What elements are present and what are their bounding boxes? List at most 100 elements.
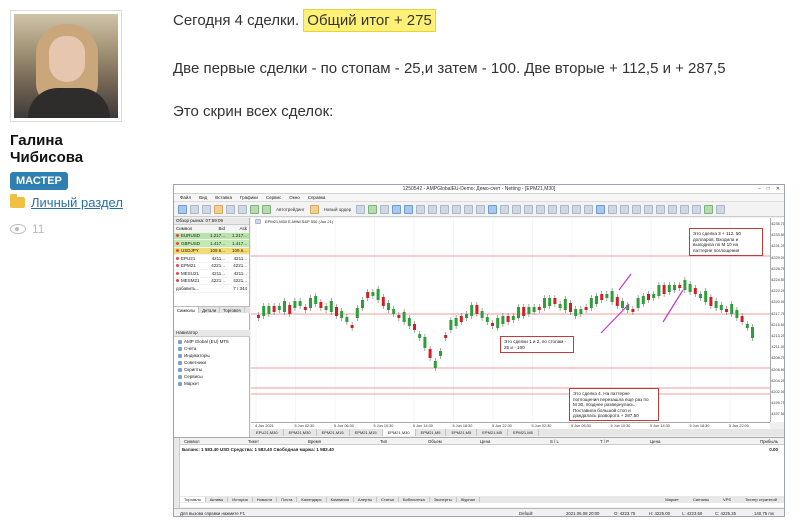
timeframe-m15-icon[interactable] — [620, 204, 630, 214]
toolbox-tab[interactable]: Торговля — [180, 497, 206, 502]
maximize-icon[interactable]: □ — [767, 186, 770, 192]
cursor-icon[interactable] — [488, 204, 498, 214]
toolbox-tab[interactable]: Календарь — [297, 497, 327, 502]
chart-tab[interactable]: EPM21,M30 — [382, 429, 416, 436]
user-icon[interactable] — [716, 204, 726, 214]
nav-indicators[interactable]: Индикаторы — [174, 352, 250, 359]
toolbox-right-tab[interactable]: Тестер стратегий — [741, 497, 781, 502]
price-scale[interactable]: 4235.75 4233.50 4231.25 4229.00 4226.75 4224.… — [770, 218, 784, 422]
timeframe-m30-icon[interactable] — [632, 204, 642, 214]
market-watch-row[interactable]: MESM21 4221... 4221... — [174, 278, 249, 285]
timeframe-m5-icon[interactable] — [608, 204, 618, 214]
chart-tab[interactable]: EPM21,M15 — [350, 429, 383, 436]
toolbox-column-header[interactable]: Цена — [480, 439, 490, 444]
chart-tab[interactable]: EPM21,M5 — [477, 429, 509, 436]
nav-broker[interactable]: AMP Global (EU) MT5 — [174, 338, 250, 345]
toolbox-column-header[interactable]: Цена — [650, 439, 660, 444]
menu-tools[interactable]: Сервис — [266, 195, 281, 200]
toolbox-icon[interactable] — [238, 204, 247, 214]
trendline-icon[interactable] — [536, 204, 546, 214]
col-symbol[interactable]: Символ — [174, 226, 204, 231]
menu-help[interactable]: Справка — [308, 195, 326, 200]
market-watch-row[interactable]: EPU21 4211... 4211... — [174, 255, 249, 263]
nav-services[interactable]: Сервисы — [174, 373, 250, 380]
timeframe-h4-icon[interactable] — [656, 204, 666, 214]
fibo-icon[interactable] — [560, 204, 570, 214]
toolbox-column-header[interactable]: Тикет — [248, 439, 259, 444]
col-ask[interactable]: Ask — [226, 226, 248, 231]
tab-symbols[interactable]: Символы — [174, 307, 200, 313]
toolbox-column-header[interactable]: Прибыль — [760, 439, 778, 444]
channel-icon[interactable] — [548, 204, 558, 214]
toolbox-tab[interactable]: Новости — [253, 497, 278, 502]
zoom-out-icon[interactable] — [404, 204, 414, 214]
timeframe-d1-icon[interactable] — [668, 204, 678, 214]
new-chart-icon[interactable] — [178, 204, 187, 214]
chart-buy-sell-icon[interactable] — [255, 219, 261, 224]
shapes-icon[interactable] — [584, 204, 594, 214]
menu-file[interactable]: Файл — [180, 195, 191, 200]
col-bid[interactable]: Bid — [204, 226, 226, 231]
avatar[interactable] — [14, 14, 118, 118]
toolbox-column-header[interactable]: Тип — [380, 439, 387, 444]
toolbox-right-tab[interactable]: VPS — [719, 497, 735, 502]
new-order-icon[interactable] — [309, 204, 319, 214]
toolbox-tab[interactable]: Алерты — [354, 497, 377, 502]
toolbox-right-tab[interactable]: Маркет — [661, 497, 683, 502]
chart-tab[interactable]: EPM21,M15 — [317, 429, 350, 436]
market-watch-row[interactable]: USDJPY 109.6... 109.6... — [174, 247, 249, 255]
status-profile[interactable]: Default — [519, 511, 533, 516]
indicators-icon[interactable] — [452, 204, 462, 214]
toolbox-tab[interactable]: Библиотека — [399, 497, 430, 502]
market-watch-row[interactable]: добавить... 7 / 344 — [174, 285, 249, 293]
market-watch-row[interactable]: MESU21 4211... 4211... — [174, 270, 249, 278]
autotrading-button[interactable]: Автотрейдинг — [274, 207, 307, 212]
zoom-in-icon[interactable] — [392, 204, 402, 214]
timeframe-m1-icon[interactable] — [596, 204, 606, 214]
close-icon[interactable]: ✕ — [776, 186, 780, 192]
vertical-line-icon[interactable] — [512, 204, 522, 214]
nav-scripts[interactable]: Скрипты — [174, 366, 250, 373]
wallet-icon[interactable] — [704, 204, 714, 214]
chart-tab[interactable]: EPM21,M5 — [416, 429, 447, 436]
tab-trading[interactable]: Торговля — [220, 307, 245, 313]
toolbox-column-header[interactable]: Объем — [428, 439, 442, 444]
toolbox-column-header[interactable]: T / P — [600, 439, 609, 444]
market-watch-row[interactable]: GBPUSD 1.417... 1.417... — [174, 240, 249, 248]
toolbox-column-header[interactable]: Время — [308, 439, 321, 444]
toolbox-column-header[interactable]: S / L — [550, 439, 559, 444]
chart-tab[interactable]: EPM21,M30 — [284, 429, 317, 436]
navigator-icon[interactable] — [226, 204, 235, 214]
chart-tab[interactable]: EPM21,M5 — [446, 429, 478, 436]
strategy-tester-icon[interactable] — [250, 204, 259, 214]
toolbox-tab[interactable]: Журнал — [457, 497, 481, 502]
minimize-icon[interactable]: – — [758, 186, 761, 192]
timeframe-w1-icon[interactable] — [680, 204, 690, 214]
personal-section-link[interactable]: Личный раздел — [31, 195, 123, 210]
bar-chart-icon[interactable] — [356, 204, 366, 214]
horizontal-line-icon[interactable] — [524, 204, 534, 214]
templates-icon[interactable] — [464, 204, 474, 214]
chart-shift-icon[interactable] — [440, 204, 450, 214]
autotrading-icon[interactable] — [262, 204, 271, 214]
crosshair-icon[interactable] — [500, 204, 510, 214]
price-chart[interactable]: EPM21,M30 E-MINI S&P 500 (Jun 21) Это сд… — [251, 218, 770, 422]
toolbox-tab[interactable]: Почта — [277, 497, 298, 502]
text-tool-icon[interactable] — [572, 204, 582, 214]
tab-details[interactable]: Детали — [199, 307, 221, 313]
timeframe-mn-icon[interactable] — [692, 204, 702, 214]
menu-window[interactable]: Окно — [289, 195, 299, 200]
nav-experts[interactable]: Советники — [174, 359, 250, 366]
author-name[interactable]: Галина Чибисова — [10, 132, 83, 166]
grid-icon[interactable] — [416, 204, 426, 214]
nav-accounts[interactable]: Счета — [174, 345, 250, 352]
toolbox-tab[interactable]: История — [228, 497, 253, 502]
profiles-icon[interactable] — [190, 204, 199, 214]
periods-icon[interactable] — [476, 204, 486, 214]
market-watch-icon[interactable] — [202, 204, 211, 214]
toolbox-tab[interactable]: Статьи — [377, 497, 399, 502]
menu-insert[interactable]: Вставка — [215, 195, 232, 200]
toolbox-tab[interactable]: Эксперты — [430, 497, 457, 502]
autoscroll-icon[interactable] — [428, 204, 438, 214]
market-watch-row[interactable]: EURUSD 1.217... 1.217... — [174, 232, 249, 240]
